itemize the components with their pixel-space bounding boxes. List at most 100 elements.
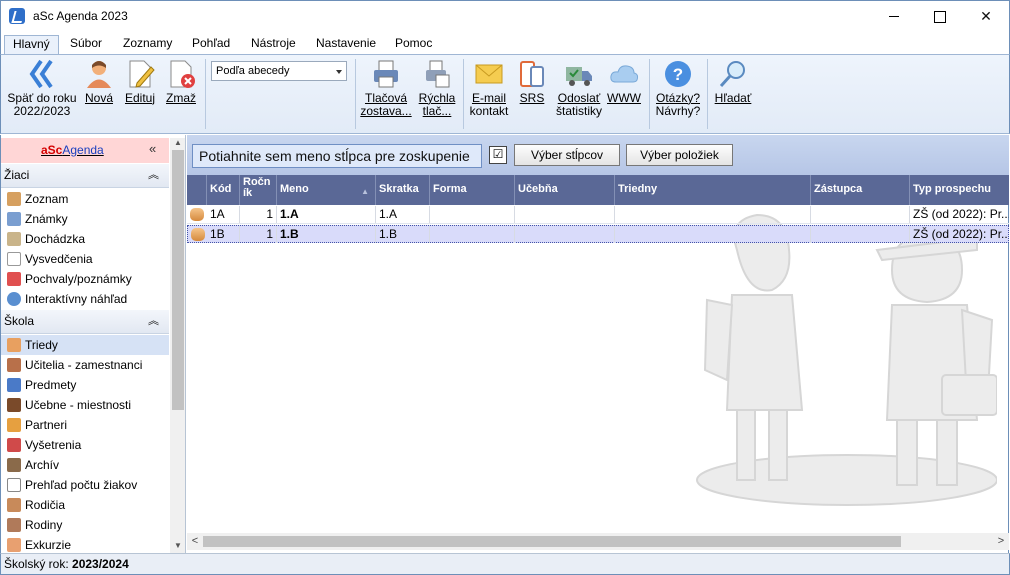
- sidebar-item-vysetrenia[interactable]: Vyšetrenia: [1, 435, 169, 455]
- maximize-button[interactable]: [917, 1, 963, 32]
- ribbon-separator: [463, 59, 464, 129]
- chevron-up-icon[interactable]: ︽: [148, 164, 159, 186]
- sidebar-item-label: Učebne - miestnosti: [25, 398, 132, 412]
- cell-triedny: [615, 206, 811, 223]
- quick-print-button[interactable]: Rýchla tlač...: [415, 57, 459, 131]
- back-to-year-button[interactable]: Späť do roku 2022/2023: [7, 57, 77, 131]
- sort-order-select[interactable]: Podľa abecedy: [211, 61, 347, 81]
- sidebar-item-ucebne[interactable]: Učebne - miestnosti: [1, 395, 169, 415]
- main-panel: Potiahnite sem meno stĺpca pre zoskupeni…: [187, 135, 1009, 553]
- sidebar-item-interaktivny-nahlad[interactable]: Interaktívny náhľad: [1, 289, 169, 309]
- section-ziaci[interactable]: Žiaci ︽: [1, 164, 169, 188]
- class-row-icon: [190, 208, 204, 221]
- column-header-meno[interactable]: Meno ▲: [277, 175, 376, 205]
- scroll-left-icon[interactable]: <: [187, 533, 203, 550]
- sidebar-scroll-thumb[interactable]: [172, 150, 184, 410]
- minimize-button[interactable]: [871, 1, 917, 32]
- sidebar-item-archiv[interactable]: Archív: [1, 455, 169, 475]
- column-header-zastupca[interactable]: Zástupca: [811, 175, 910, 205]
- double-chevron-left-icon: [29, 59, 53, 89]
- tab-nastroje[interactable]: Nástroje: [243, 35, 304, 54]
- sidebar-item-triedy[interactable]: Triedy: [1, 335, 169, 355]
- edit-label: Edituj: [124, 91, 156, 105]
- column-header-triedny[interactable]: Triedny: [615, 175, 811, 205]
- archive-icon: [7, 458, 21, 472]
- quick-print-label-2: tlač...: [422, 104, 452, 118]
- tab-hlavny[interactable]: Hlavný: [4, 35, 59, 54]
- tab-nastavenie[interactable]: Nastavenie: [308, 35, 384, 54]
- email-label-2: kontakt: [469, 104, 509, 118]
- sidebar-item-predmety[interactable]: Predmety: [1, 375, 169, 395]
- sidebar-item-exkurzie[interactable]: Exkurzie: [1, 535, 169, 553]
- sidebar-item-dochadzka[interactable]: Dochádzka: [1, 229, 169, 249]
- column-header-typ-prospechu[interactable]: Typ prospechu: [910, 175, 1009, 205]
- title-bar: aSc Agenda 2023 ✕: [0, 0, 1010, 32]
- tab-pomoc[interactable]: Pomoc: [387, 35, 440, 54]
- sidebar-item-vysvedcenia[interactable]: Vysvedčenia: [1, 249, 169, 269]
- cloud-icon: [610, 65, 639, 83]
- group-by-bar: Potiahnite sem meno stĺpca pre zoskupeni…: [187, 135, 1009, 175]
- sidebar-header: aScAgenda «: [1, 138, 169, 163]
- delete-button[interactable]: Zmaž: [163, 57, 199, 131]
- cell-typ-prospechu: ZŠ (od 2022): Pr...: [913, 227, 1007, 241]
- scroll-down-icon[interactable]: ▼: [170, 541, 185, 553]
- print-report-button[interactable]: Tlačová zostava...: [359, 57, 413, 131]
- sidebar-item-partneri[interactable]: Partneri: [1, 415, 169, 435]
- group-by-drop-area[interactable]: Potiahnite sem meno stĺpca pre zoskupeni…: [192, 144, 482, 168]
- column-header-ucebna[interactable]: Učebňa: [515, 175, 615, 205]
- table-row-selected[interactable]: 1B 1 1.B 1.B ZŠ (od 2022): Pr...: [187, 225, 1009, 243]
- print-report-label-2: zostava...: [360, 104, 412, 118]
- column-header-rocnik[interactable]: Ročník: [240, 175, 277, 205]
- cell-kod: 1A: [207, 206, 240, 223]
- cell-zastupca: [811, 226, 910, 243]
- sidebar-item-prehlad-poctu-ziakov[interactable]: Prehľad počtu žiakov: [1, 475, 169, 495]
- window-title: aSc Agenda 2023: [33, 9, 128, 23]
- table-row[interactable]: 1A 1 1.A 1.A ZŠ (od 2022): Pr...: [187, 206, 1009, 224]
- collapse-sidebar-icon[interactable]: «: [149, 141, 156, 156]
- search-button[interactable]: Hľadať: [711, 57, 755, 131]
- sidebar-item-label: Rodiny: [25, 518, 63, 532]
- select-columns-button[interactable]: Výber stĺpcov: [514, 144, 620, 166]
- tab-pohlad[interactable]: Pohľad: [184, 35, 238, 54]
- horizontal-scroll-thumb[interactable]: [203, 536, 901, 547]
- sidebar-item-rodicia[interactable]: Rodičia: [1, 495, 169, 515]
- section-skola-title: Škola: [4, 314, 35, 328]
- sidebar-item-zoznam[interactable]: Zoznam: [1, 189, 169, 209]
- cell-skratka: 1.B: [376, 226, 430, 243]
- sidebar-item-label: Triedy: [25, 338, 58, 352]
- send-statistics-button[interactable]: Odoslať štatistiky: [553, 57, 605, 131]
- questions-button[interactable]: ? Otázky? Návrhy?: [653, 57, 703, 131]
- www-button[interactable]: WWW: [605, 57, 643, 131]
- chevron-up-icon[interactable]: ︽: [148, 310, 159, 332]
- sidebar-scrollbar[interactable]: ▲ ▼: [170, 138, 185, 553]
- sidebar-item-znamky[interactable]: Známky: [1, 209, 169, 229]
- sidebar-item-ucitelia[interactable]: Učitelia - zamestnanci: [1, 355, 169, 375]
- email-contact-button[interactable]: E-mail kontakt: [467, 57, 511, 131]
- sidebar-item-rodiny[interactable]: Rodiny: [1, 515, 169, 535]
- select-all-checkbox[interactable]: ☑: [489, 146, 507, 164]
- cell-rocnik: 1: [240, 206, 277, 223]
- new-label: Nová: [84, 91, 113, 105]
- sidebar-item-pochvaly[interactable]: Pochvaly/poznámky: [1, 269, 169, 289]
- column-header-forma[interactable]: Forma: [430, 175, 515, 205]
- asc-agenda-link[interactable]: aScAgenda: [41, 143, 104, 157]
- new-button[interactable]: Nová: [81, 57, 117, 131]
- handshake-icon: [7, 418, 21, 432]
- tab-zoznamy[interactable]: Zoznamy: [115, 35, 180, 54]
- tab-subor[interactable]: Súbor: [62, 35, 110, 54]
- select-items-button[interactable]: Výber položiek: [626, 144, 733, 166]
- close-button[interactable]: ✕: [963, 1, 1009, 32]
- scroll-right-icon[interactable]: >: [993, 533, 1009, 550]
- column-header-skratka[interactable]: Skratka: [376, 175, 430, 205]
- srs-button[interactable]: SRS: [515, 57, 549, 131]
- scroll-up-icon[interactable]: ▲: [170, 138, 185, 150]
- cell-kod: 1B: [207, 226, 240, 243]
- ribbon-separator: [205, 59, 206, 129]
- cell-typ-prospechu: ZŠ (od 2022): Pr...: [913, 207, 1009, 221]
- dropdown-arrow-icon: [336, 70, 342, 74]
- section-skola[interactable]: Škola ︽: [1, 310, 169, 334]
- column-header-kod[interactable]: Kód: [207, 175, 240, 205]
- edit-button[interactable]: Edituj: [122, 57, 158, 131]
- class-row-icon: [191, 228, 205, 241]
- horizontal-scrollbar[interactable]: < >: [187, 533, 1009, 550]
